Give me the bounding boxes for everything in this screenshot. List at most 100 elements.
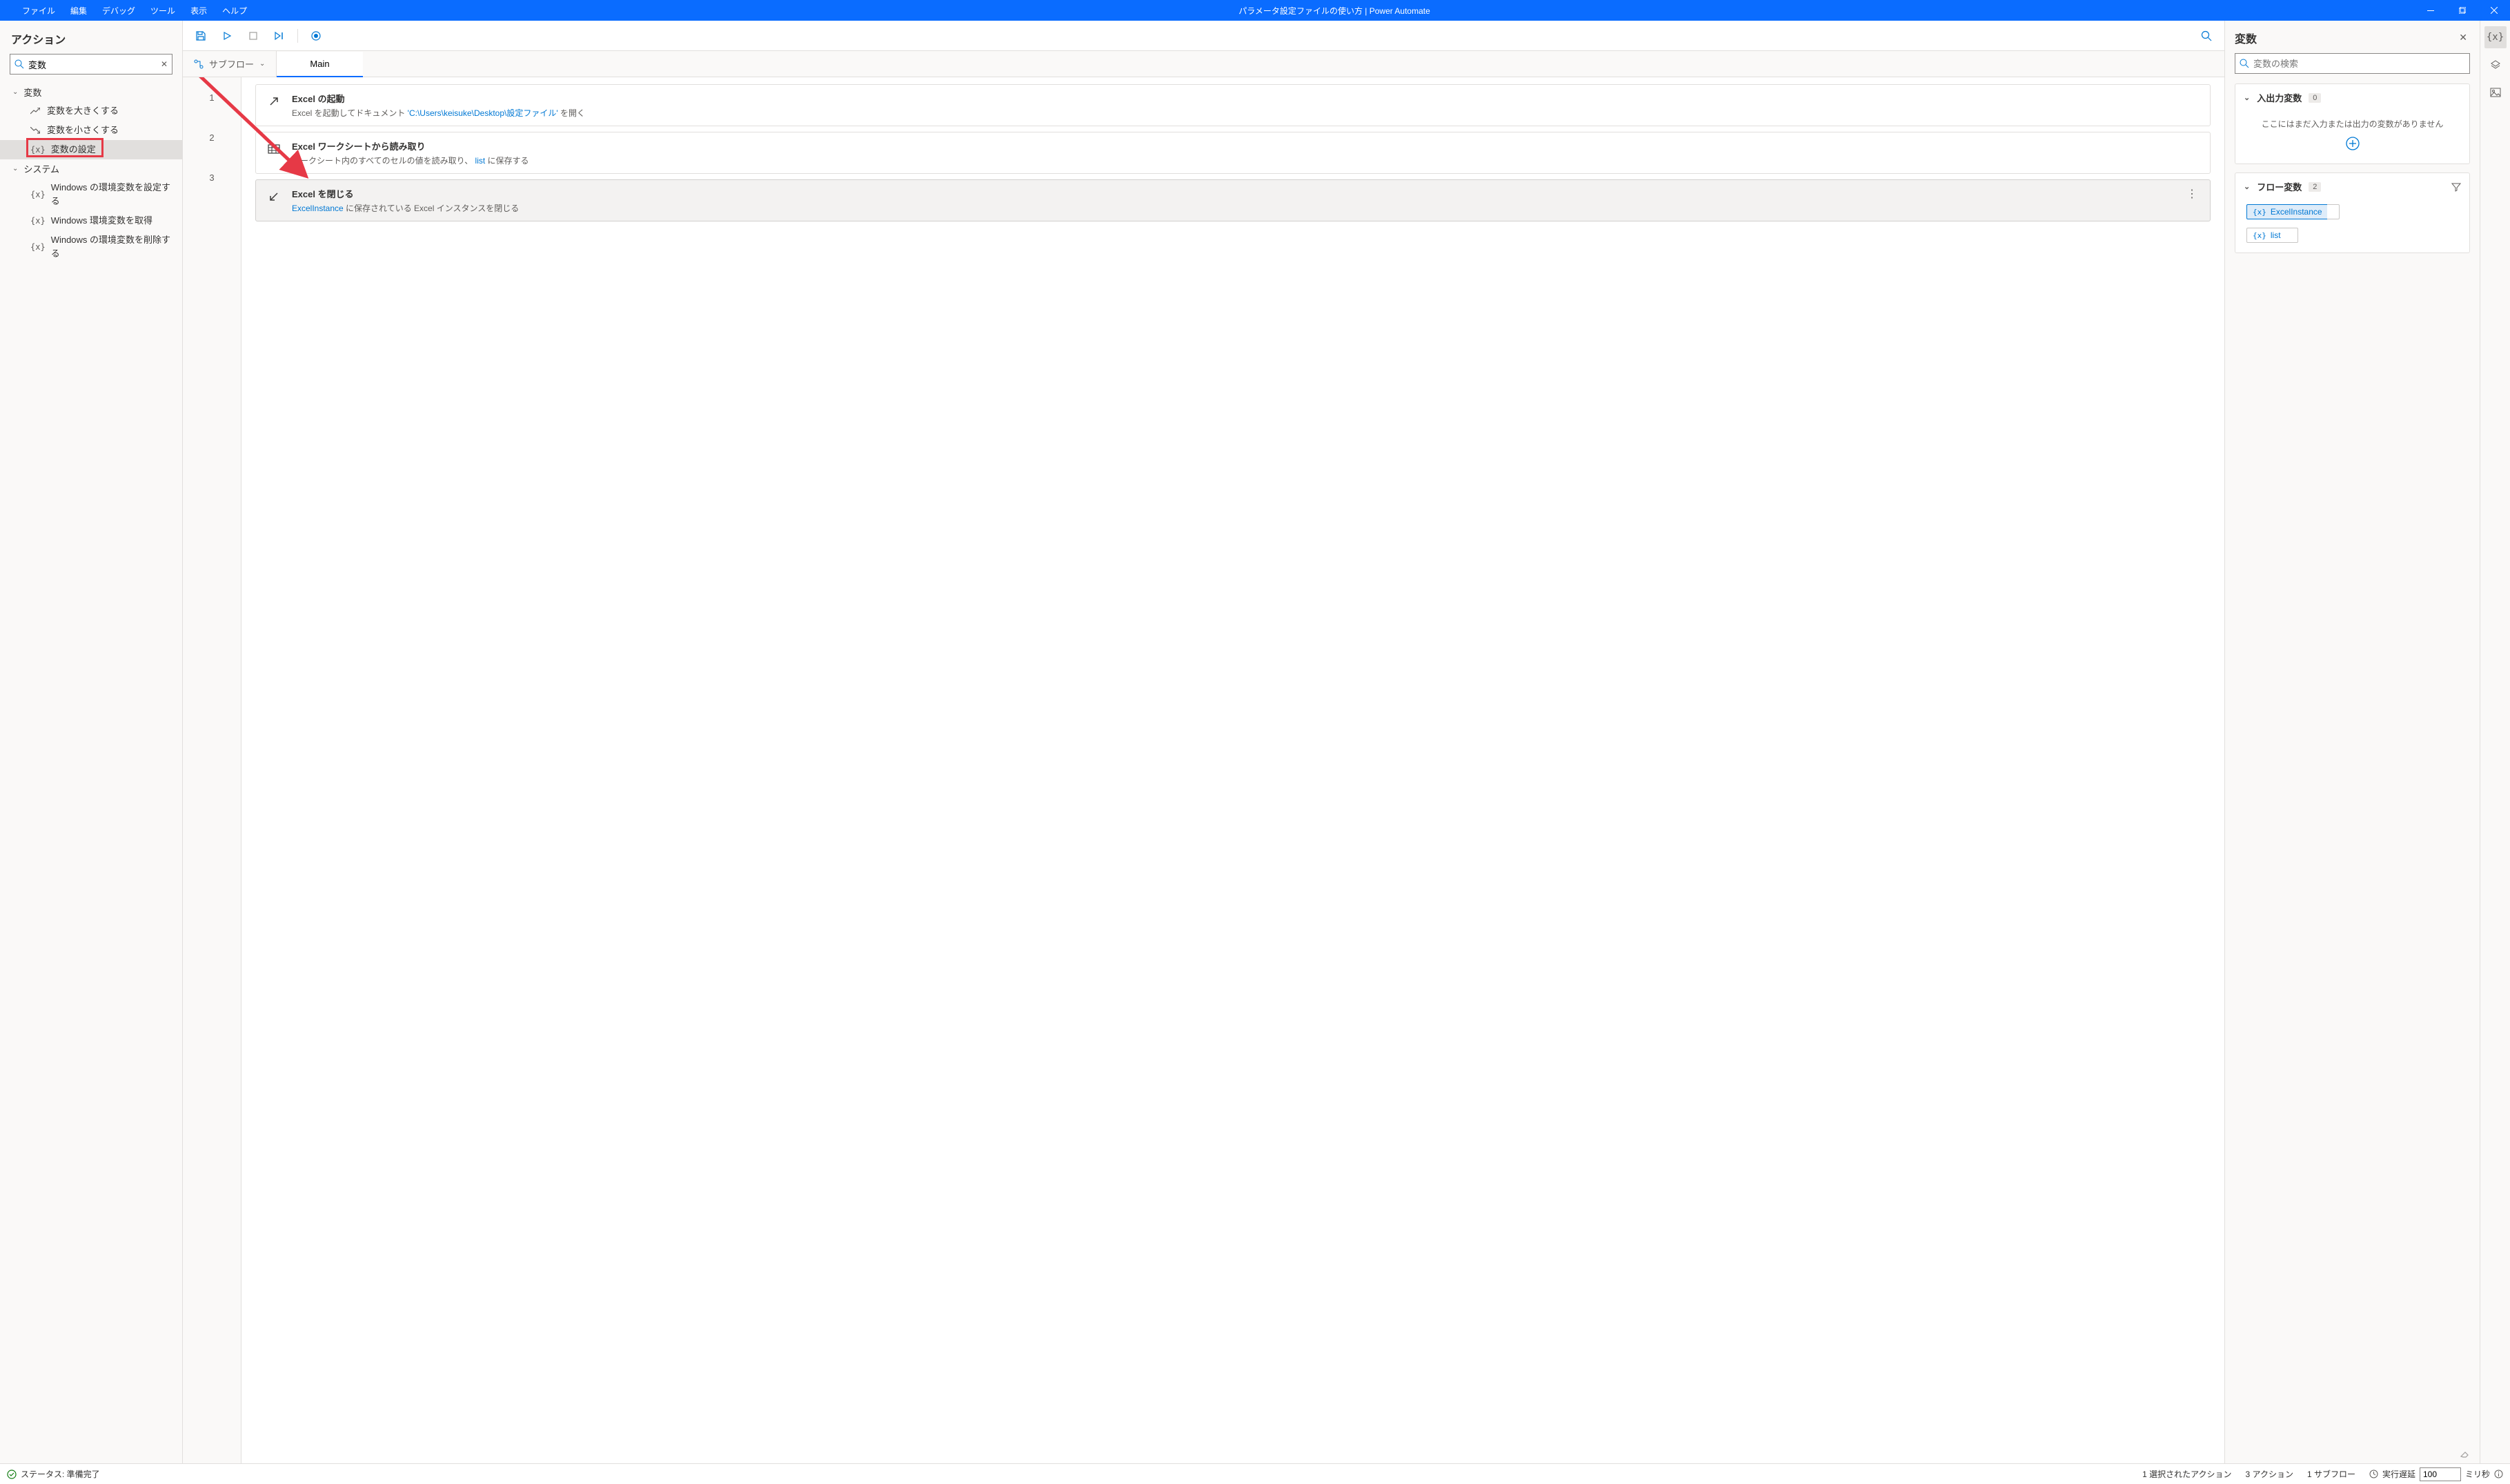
variable-chip-list[interactable]: {x} list	[2246, 228, 2287, 243]
step-number: 3	[183, 157, 241, 197]
clock-icon	[2369, 1470, 2378, 1478]
step-excel-launch[interactable]: Excel の起動 Excel を起動してドキュメント 'C:\Users\ke…	[255, 84, 2211, 126]
step-number: 1	[183, 77, 241, 117]
layers-icon[interactable]	[2484, 54, 2507, 76]
variable-row: {x} ExcelInstance	[2235, 200, 2469, 224]
subflow-bar: サブフロー ⌄ Main	[183, 51, 2224, 77]
action-label: Windows の環境変数を削除する	[51, 233, 174, 261]
step-excel-read[interactable]: Excel ワークシートから読み取り ワークシート内のすべてのセルの値を読み取り…	[255, 132, 2211, 174]
save-button[interactable]	[190, 25, 212, 47]
action-decrease-variable[interactable]: 変数を小さくする	[0, 121, 182, 140]
step-button[interactable]	[268, 25, 290, 47]
action-set-variable[interactable]: {x} 変数の設定	[0, 140, 182, 159]
flow-designer: サブフロー ⌄ Main 1 2 3	[183, 21, 2224, 1463]
step-excel-close[interactable]: Excel を閉じる ExcelInstance に保存されている Excel …	[255, 179, 2211, 221]
chevron-down-icon: ⌄	[2244, 182, 2250, 191]
variables-search-box[interactable]	[2235, 53, 2470, 74]
step-description: Excel を起動してドキュメント 'C:\Users\keisuke\Desk…	[292, 107, 2200, 119]
add-variable-button[interactable]	[2346, 137, 2360, 150]
io-variables-section: ⌄ 入出力変数 0 ここにはまだ入力または出力の変数がありません	[2235, 83, 2470, 164]
count-badge: 2	[2309, 182, 2321, 192]
chevron-down-icon: ⌄	[259, 60, 265, 68]
step-title: Excel ワークシートから読み取り	[292, 139, 2200, 152]
record-button[interactable]	[305, 25, 327, 47]
subflow-dropdown[interactable]: サブフロー ⌄	[183, 51, 277, 77]
menu-tools[interactable]: ツール	[144, 2, 182, 19]
designer-toolbar	[183, 21, 2224, 51]
close-icon	[2491, 7, 2498, 14]
minimize-icon	[2427, 10, 2434, 11]
steps-container: Excel の起動 Excel を起動してドキュメント 'C:\Users\ke…	[241, 77, 2224, 1463]
eraser-icon[interactable]	[2459, 1448, 2474, 1459]
flow-variables-header[interactable]: ⌄ フロー変数 2	[2235, 173, 2469, 200]
tree-group-system[interactable]: ⌄ システム	[0, 159, 182, 178]
close-panel-button[interactable]: ✕	[2456, 29, 2470, 46]
minimize-button[interactable]	[2415, 0, 2447, 21]
window-title: パラメータ設定ファイルの使い方 | Power Automate	[254, 5, 2415, 17]
check-circle-icon	[7, 1470, 17, 1479]
brace-icon: {x}	[30, 188, 46, 201]
maximize-button[interactable]	[2447, 0, 2478, 21]
step-description: ExcelInstance に保存されている Excel インスタンスを閉じる	[292, 202, 2174, 214]
arrow-sw-icon	[266, 188, 282, 205]
menu-help[interactable]: ヘルプ	[215, 2, 254, 19]
step-more-button[interactable]: ⋮	[2184, 187, 2200, 201]
actions-title: アクション	[0, 21, 182, 54]
designer-search-button[interactable]	[2195, 25, 2217, 47]
actions-search-box[interactable]: ✕	[10, 54, 172, 75]
toolbar-separator	[297, 29, 298, 43]
subflows-count: 1 サブフロー	[2307, 1468, 2355, 1480]
arrow-ne-icon	[266, 93, 282, 110]
action-increase-variable[interactable]: 変数を大きくする	[0, 101, 182, 121]
variable-value-box[interactable]	[2286, 228, 2298, 243]
info-icon[interactable]	[2494, 1470, 2503, 1478]
variable-name: ExcelInstance	[2271, 207, 2322, 217]
clear-search-icon[interactable]: ✕	[161, 59, 168, 69]
menu-debug[interactable]: デバッグ	[95, 2, 142, 19]
step-title: Excel の起動	[292, 92, 2200, 105]
delay-input[interactable]	[2420, 1467, 2461, 1481]
menu-file[interactable]: ファイル	[15, 2, 62, 19]
actions-search-input[interactable]	[24, 59, 161, 70]
search-icon	[14, 59, 24, 69]
action-label: 変数の設定	[51, 143, 96, 157]
flow-canvas[interactable]: 1 2 3 Excel の起動 Excel を起動	[183, 77, 2224, 1463]
variables-title: 変数	[2235, 30, 2456, 46]
section-label: 入出力変数	[2257, 91, 2302, 104]
chevron-down-icon: ⌄	[12, 165, 18, 172]
menu-edit[interactable]: 編集	[63, 2, 94, 19]
io-variables-header[interactable]: ⌄ 入出力変数 0	[2235, 84, 2469, 111]
variable-chip-excelinstance[interactable]: {x} ExcelInstance	[2246, 204, 2329, 219]
brace-icon: {x}	[30, 240, 46, 254]
variables-tab-icon[interactable]: {x}	[2484, 26, 2507, 48]
empty-message: ここにはまだ入力または出力の変数がありません	[2246, 118, 2458, 130]
step-description: ワークシート内のすべてのセルの値を読み取り、 list に保存する	[292, 155, 2200, 166]
stop-button[interactable]	[242, 25, 264, 47]
subflow-label-text: サブフロー	[209, 57, 254, 70]
image-icon[interactable]	[2484, 81, 2507, 103]
action-set-env-var[interactable]: {x} Windows の環境変数を設定する	[0, 178, 182, 211]
delay-label: 実行遅延	[2382, 1468, 2415, 1480]
play-icon	[222, 31, 232, 41]
chevron-down-icon: ⌄	[12, 88, 18, 96]
action-delete-env-var[interactable]: {x} Windows の環境変数を削除する	[0, 230, 182, 264]
search-icon	[2201, 30, 2212, 41]
save-icon	[195, 30, 206, 41]
tab-main[interactable]: Main	[277, 52, 362, 77]
actions-tree: ⌄ 変数 変数を大きくする 変数を小さくする {x} 変数の設定	[0, 83, 182, 264]
variable-value-box[interactable]	[2327, 204, 2340, 219]
filter-icon[interactable]	[2451, 182, 2461, 192]
delay-unit: ミリ秒	[2465, 1468, 2490, 1480]
status-ready: ステータス: 準備完了	[7, 1468, 100, 1480]
tree-group-variables[interactable]: ⌄ 変数	[0, 83, 182, 101]
close-button[interactable]	[2478, 0, 2510, 21]
variables-search-input[interactable]	[2249, 59, 2465, 69]
step-icon	[274, 31, 285, 41]
action-label: 変数を小さくする	[47, 123, 119, 137]
chevron-down-icon: ⌄	[2244, 93, 2250, 102]
menu-view[interactable]: 表示	[184, 2, 214, 19]
run-button[interactable]	[216, 25, 238, 47]
record-icon	[310, 30, 322, 41]
tree-group-label: システム	[23, 162, 59, 175]
action-get-env-var[interactable]: {x} Windows 環境変数を取得	[0, 211, 182, 230]
